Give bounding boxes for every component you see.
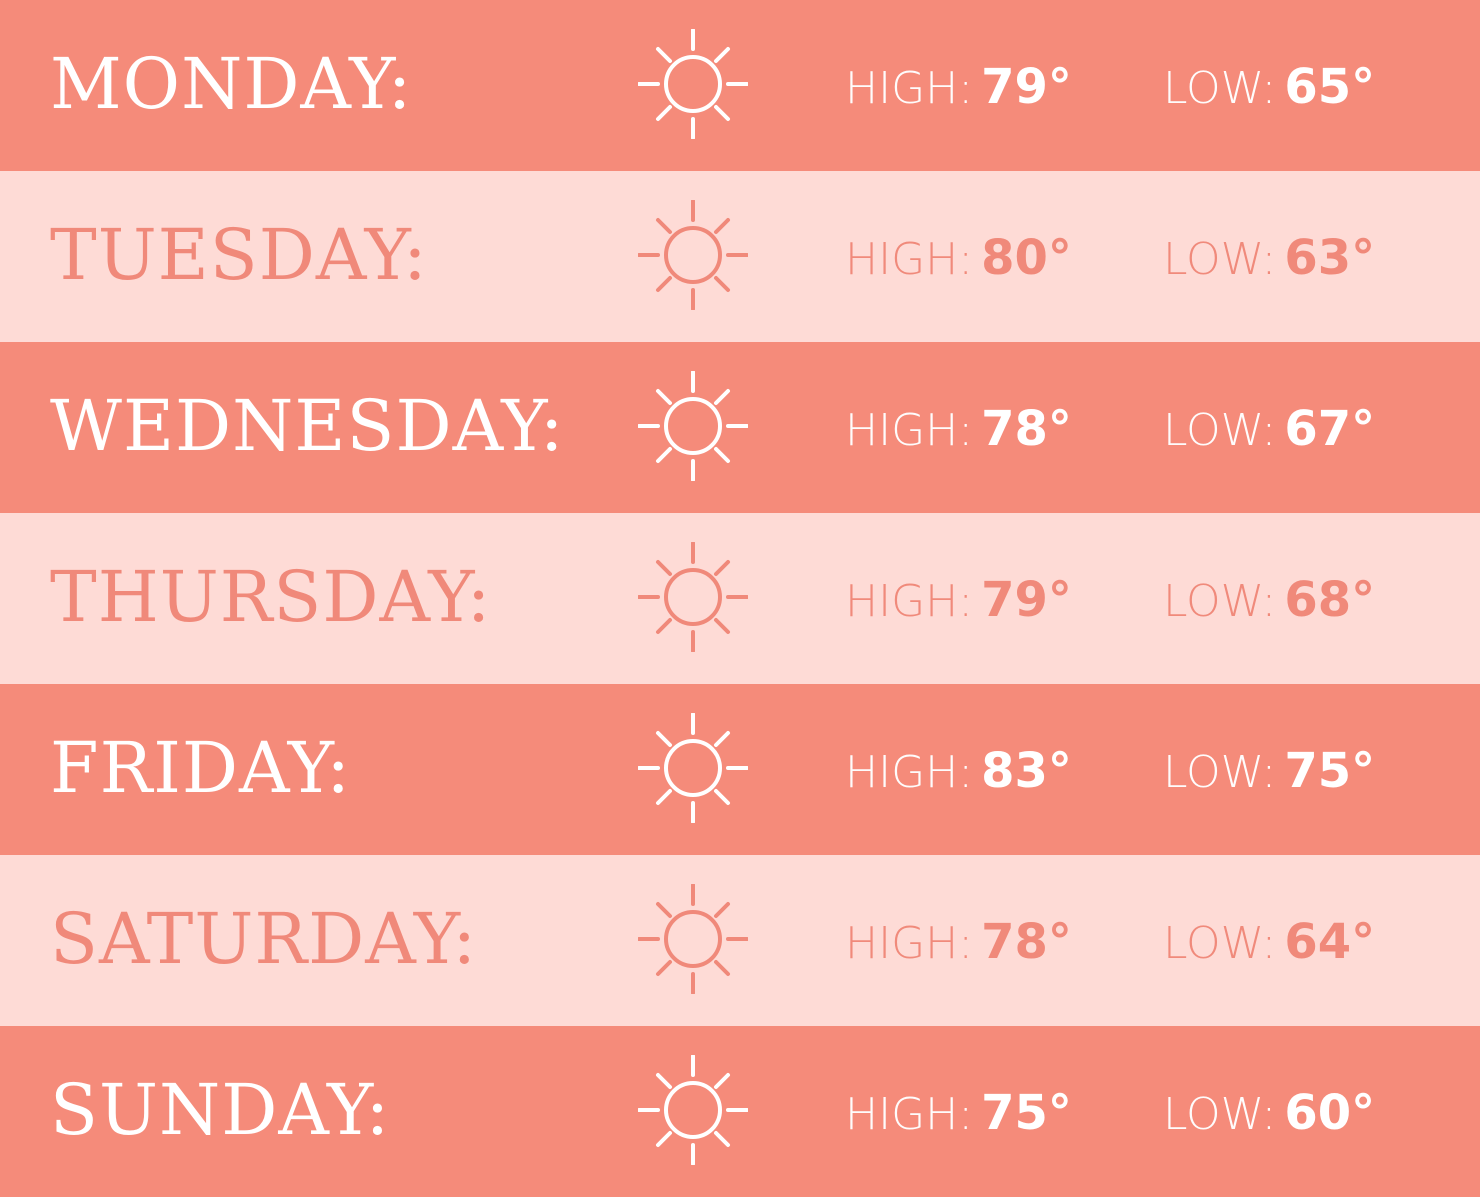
high-temperature: HIGH: 79° bbox=[845, 52, 1072, 122]
low-value: 63° bbox=[1284, 230, 1376, 286]
sun-icon bbox=[638, 29, 748, 139]
low-temperature: LOW: 60° bbox=[1163, 1078, 1375, 1148]
sun-icon bbox=[638, 200, 748, 310]
day-name: SATURDAY: bbox=[50, 898, 478, 980]
low-label: LOW: bbox=[1163, 1089, 1277, 1140]
high-value: 78° bbox=[981, 914, 1072, 970]
high-temperature: HIGH: 78° bbox=[845, 907, 1072, 977]
low-label: LOW: bbox=[1163, 234, 1277, 285]
low-temperature: LOW: 63° bbox=[1163, 223, 1375, 293]
low-value: 65° bbox=[1284, 59, 1376, 115]
low-label: LOW: bbox=[1163, 576, 1277, 627]
low-label: LOW: bbox=[1163, 918, 1277, 969]
high-label: HIGH: bbox=[845, 405, 974, 456]
sun-icon bbox=[638, 713, 748, 823]
high-temperature: HIGH: 83° bbox=[845, 736, 1072, 806]
low-value: 64° bbox=[1284, 914, 1376, 970]
high-temperature: HIGH: 79° bbox=[845, 565, 1072, 635]
high-value: 83° bbox=[981, 743, 1072, 799]
high-label: HIGH: bbox=[845, 234, 974, 285]
sun-icon bbox=[638, 371, 748, 481]
low-temperature: LOW: 75° bbox=[1163, 736, 1375, 806]
high-value: 78° bbox=[981, 401, 1072, 457]
day-name: FRIDAY: bbox=[50, 727, 351, 809]
forecast-row-tuesday: TUESDAY: HIGH: 80° LOW: 63° bbox=[0, 171, 1480, 342]
sun-icon bbox=[638, 884, 748, 994]
low-label: LOW: bbox=[1163, 747, 1277, 798]
high-value: 75° bbox=[981, 1085, 1072, 1141]
low-value: 68° bbox=[1284, 572, 1376, 628]
high-label: HIGH: bbox=[845, 918, 974, 969]
high-label: HIGH: bbox=[845, 63, 974, 114]
low-value: 60° bbox=[1284, 1085, 1376, 1141]
forecast-row-friday: FRIDAY: HIGH: 83° LOW: 75° bbox=[0, 684, 1480, 855]
forecast-row-monday: MONDAY: HIGH: 79° LOW: 65° bbox=[0, 0, 1480, 171]
high-label: HIGH: bbox=[845, 747, 974, 798]
day-name: MONDAY: bbox=[50, 43, 413, 125]
high-temperature: HIGH: 80° bbox=[845, 223, 1072, 293]
high-label: HIGH: bbox=[845, 1089, 974, 1140]
high-label: HIGH: bbox=[845, 576, 974, 627]
high-value: 79° bbox=[981, 59, 1072, 115]
high-temperature: HIGH: 78° bbox=[845, 394, 1072, 464]
forecast-row-sunday: SUNDAY: HIGH: 75° LOW: 60° bbox=[0, 1026, 1480, 1197]
high-value: 79° bbox=[981, 572, 1072, 628]
low-value: 67° bbox=[1284, 401, 1376, 457]
forecast-row-thursday: THURSDAY: HIGH: 79° LOW: 68° bbox=[0, 513, 1480, 684]
low-temperature: LOW: 64° bbox=[1163, 907, 1375, 977]
day-name: THURSDAY: bbox=[50, 556, 492, 638]
forecast-row-saturday: SATURDAY: HIGH: 78° LOW: 64° bbox=[0, 855, 1480, 1026]
low-label: LOW: bbox=[1163, 405, 1277, 456]
low-temperature: LOW: 65° bbox=[1163, 52, 1375, 122]
low-temperature: LOW: 68° bbox=[1163, 565, 1375, 635]
sun-icon bbox=[638, 542, 748, 652]
high-temperature: HIGH: 75° bbox=[845, 1078, 1072, 1148]
day-name: WEDNESDAY: bbox=[50, 385, 565, 467]
sun-icon bbox=[638, 1055, 748, 1165]
forecast-row-wednesday: WEDNESDAY: HIGH: 78° LOW: 67° bbox=[0, 342, 1480, 513]
day-name: TUESDAY: bbox=[50, 214, 428, 296]
low-value: 75° bbox=[1284, 743, 1376, 799]
low-label: LOW: bbox=[1163, 63, 1277, 114]
low-temperature: LOW: 67° bbox=[1163, 394, 1375, 464]
day-name: SUNDAY: bbox=[50, 1069, 391, 1151]
high-value: 80° bbox=[981, 230, 1072, 286]
weekly-forecast: MONDAY: HIGH: 79° LOW: 65° TUESDAY: HIGH… bbox=[0, 0, 1480, 1197]
